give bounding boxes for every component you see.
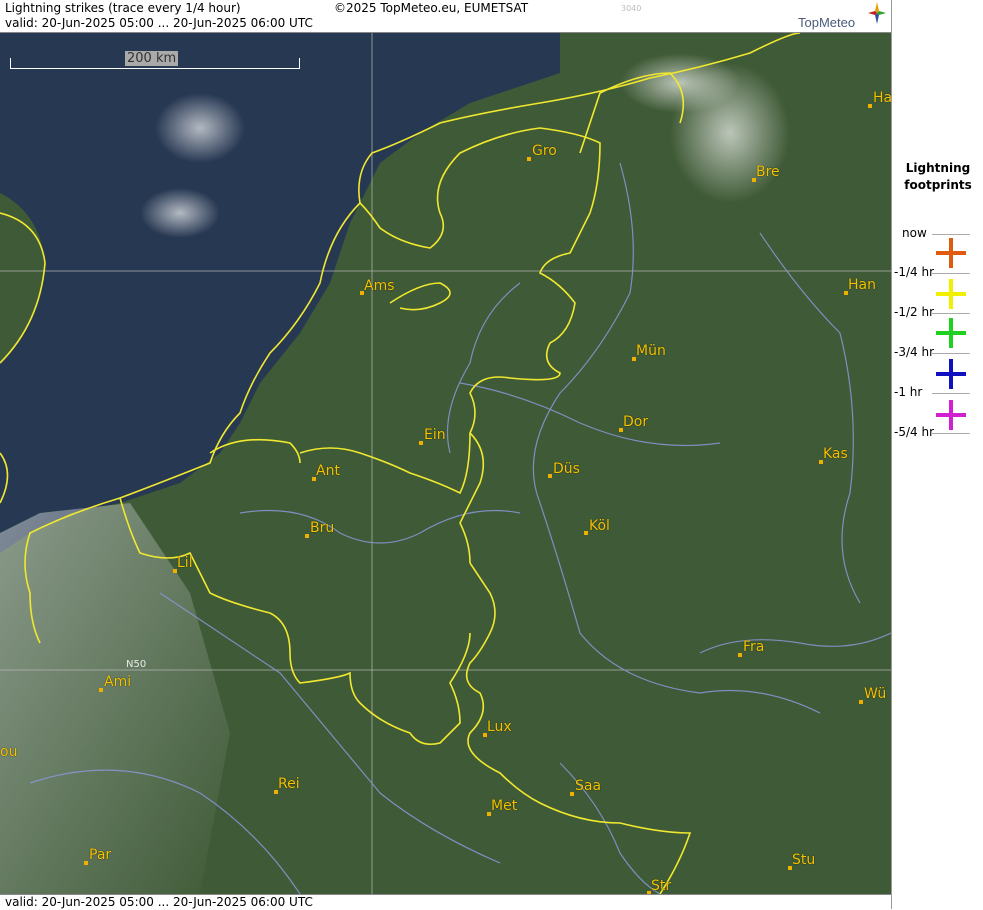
legend-divider: [932, 234, 970, 235]
city-label: Stu: [792, 852, 816, 868]
latitude-label: N50: [126, 659, 147, 670]
logo-text: TopMeteo: [798, 15, 856, 30]
footer-valid-time: valid: 20-Jun-2025 05:00 ... 20-Jun-2025…: [5, 895, 313, 909]
city-label: Lux: [487, 719, 512, 735]
legend-panel: Lightning footprints now -1/4 hr -1/2 hr…: [891, 0, 983, 909]
city-label: Fra: [743, 639, 765, 655]
city-label: Ein: [424, 427, 446, 443]
legend-title-line1: Lightning: [905, 161, 971, 175]
city-label: Met: [491, 798, 518, 814]
legend-divider: [932, 313, 970, 314]
lightning-cross-icon: [936, 318, 966, 348]
legend-divider: [932, 273, 970, 274]
legend-divider: [932, 353, 970, 354]
map-title: Lightning strikes (trace every 1/4 hour): [5, 1, 241, 15]
city-label: Ha: [873, 90, 891, 106]
legend-divider: [932, 433, 970, 434]
city-label: Ant: [316, 463, 340, 479]
lightning-cross-icon: [936, 238, 966, 268]
city-label: Ams: [364, 278, 395, 294]
city-label: Dor: [623, 414, 649, 430]
map-header: Lightning strikes (trace every 1/4 hour)…: [0, 0, 891, 33]
city-label: Düs: [553, 461, 580, 477]
legend-label-quarter: -1/4 hr: [894, 265, 934, 279]
city-label: Mün: [636, 343, 666, 359]
city-label: Saa: [575, 778, 602, 794]
copyright: ©2025 TopMeteo.eu, EUMETSAT: [334, 1, 529, 15]
compass-icon: [868, 2, 886, 24]
legend-title: Lightning footprints: [892, 160, 983, 194]
city-label: Ami: [104, 674, 132, 690]
lightning-cross-icon: [936, 359, 966, 389]
map-background: [0, 33, 891, 894]
city-label: Str: [651, 878, 672, 894]
city-label: Wü: [864, 686, 887, 702]
city-label: Köl: [589, 518, 610, 534]
city-label: Kas: [823, 446, 848, 462]
city-label: Lil: [177, 555, 193, 571]
topmeteo-logo[interactable]: TopMeteo: [798, 2, 886, 32]
map-footer: valid: 20-Jun-2025 05:00 ... 20-Jun-2025…: [0, 894, 891, 910]
image-code: 3040: [621, 4, 642, 13]
city-label: Bru: [310, 520, 335, 536]
city-label: Gro: [532, 143, 557, 159]
satellite-map[interactable]: 200 km N50 Gro Bre Ha Ams Han Mün Ein Do…: [0, 33, 891, 894]
city-label: Rei: [278, 776, 300, 792]
legend-label-hour: -1 hr: [894, 385, 923, 399]
lightning-cross-icon: [936, 400, 966, 430]
scale-label: 200 km: [125, 51, 179, 66]
legend-divider: [932, 393, 970, 394]
city-label: Han: [848, 277, 876, 293]
legend-label-now: now: [902, 226, 927, 240]
legend-label-three-quarter: -3/4 hr: [894, 345, 934, 359]
city-label: Bre: [756, 164, 780, 180]
city-label: Par: [89, 847, 112, 863]
lightning-cross-icon: [936, 279, 966, 309]
legend-label-five-quarter: -5/4 hr: [894, 425, 934, 439]
valid-time: valid: 20-Jun-2025 05:00 ... 20-Jun-2025…: [5, 16, 313, 30]
city-label: ou: [0, 744, 18, 760]
legend-title-line2: footprints: [904, 178, 972, 192]
legend-label-half: -1/2 hr: [894, 305, 934, 319]
